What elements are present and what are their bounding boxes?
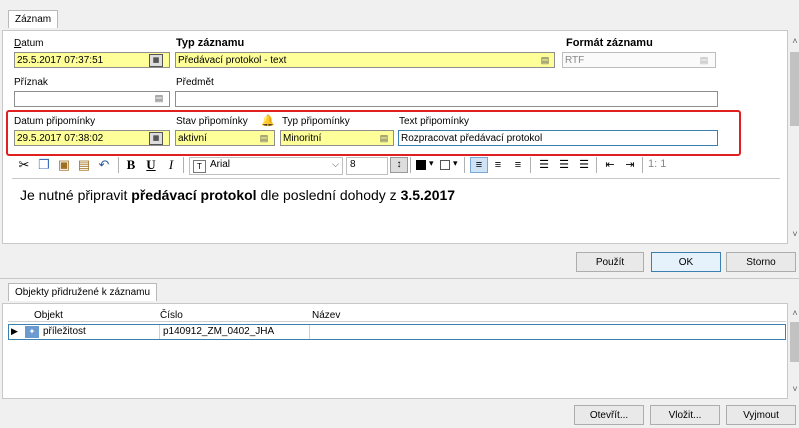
remove-button[interactable]: Vyjmout xyxy=(726,405,796,425)
underline-button[interactable]: U xyxy=(144,157,158,173)
italic-button[interactable]: I xyxy=(164,157,178,173)
reminder-date-field[interactable]: 29.5.2017 07:38:02 xyxy=(14,130,170,146)
scroll-down-icon[interactable]: ˅ xyxy=(788,229,799,239)
numbered-list-icon[interactable]: ☰ xyxy=(556,157,572,173)
separator xyxy=(464,157,465,173)
multilevel-list-icon[interactable]: ☰ xyxy=(576,157,592,173)
column-header-number[interactable]: Číslo xyxy=(160,310,183,321)
align-center-icon[interactable]: ≡ xyxy=(490,157,506,173)
separator xyxy=(530,157,531,173)
row-number: p140912_ZM_0402_JHA xyxy=(163,326,275,337)
tab-related-objects[interactable]: Objekty přidružené k záznamu xyxy=(8,283,158,301)
flag-field[interactable] xyxy=(14,91,170,107)
scroll-up-icon[interactable]: ˄ xyxy=(788,36,799,46)
type-label: Typ záznamu xyxy=(176,37,245,49)
copy-icon[interactable]: ❐ xyxy=(36,157,52,173)
apply-button[interactable]: Použít xyxy=(576,252,644,272)
rich-text-editor[interactable]: Je nutné připravit předávací protokol dl… xyxy=(12,178,780,241)
separator xyxy=(596,157,597,173)
undo-icon[interactable]: ↶ xyxy=(96,157,112,173)
calendar-icon[interactable]: ▦ xyxy=(149,54,163,67)
ok-button[interactable]: OK xyxy=(651,252,721,272)
font-size-select[interactable]: 8 xyxy=(346,157,388,175)
format-label: Formát záznamu xyxy=(566,37,653,49)
subject-label: Předmět xyxy=(176,77,214,88)
separator xyxy=(118,157,119,173)
column-header-object[interactable]: Objekt xyxy=(34,310,63,321)
increase-indent-icon[interactable]: ⇥ xyxy=(622,157,638,173)
subject-field[interactable] xyxy=(175,91,718,107)
scrollbar-thumb[interactable] xyxy=(790,52,799,126)
bullet-list-icon[interactable]: ☰ xyxy=(536,157,552,173)
cancel-button[interactable]: Storno xyxy=(726,252,796,272)
chevron-down-icon: ⌵ xyxy=(332,159,339,169)
column-header-name[interactable]: Název xyxy=(312,310,340,321)
separator xyxy=(410,157,411,173)
paste-icon[interactable]: ▣ xyxy=(56,157,72,173)
lookup-icon[interactable]: ▤ xyxy=(152,92,166,104)
reminder-type-label: Typ připomínky xyxy=(282,116,350,127)
reminder-date-label: Datum připomínky xyxy=(14,116,96,127)
record-type-field[interactable]: Předávací protokol - text xyxy=(175,52,555,68)
scrollbar-thumb[interactable] xyxy=(790,322,799,362)
scroll-up-icon[interactable]: ˄ xyxy=(788,308,799,318)
divider xyxy=(8,321,786,322)
divider xyxy=(159,325,160,339)
background-color-icon[interactable] xyxy=(440,160,450,170)
opportunity-icon: ✦ xyxy=(25,326,39,338)
lookup-icon[interactable]: ▤ xyxy=(257,132,271,144)
related-objects-panel xyxy=(2,303,788,399)
lookup-icon[interactable]: ▤ xyxy=(377,132,391,144)
cursor-position: 1: 1 xyxy=(648,158,667,170)
chevron-down-icon[interactable]: ▾ xyxy=(453,158,458,169)
reminder-state-label: Stav připomínky xyxy=(176,116,248,127)
scroll-down-icon[interactable]: ˅ xyxy=(788,384,799,394)
format-field: RTF xyxy=(562,52,716,68)
reminder-text-field[interactable]: Rozpracovat předávací protokol xyxy=(398,130,718,146)
decrease-indent-icon[interactable]: ⇤ xyxy=(602,157,618,173)
chevron-down-icon[interactable]: ▾ xyxy=(429,158,434,169)
font-value: Arial xyxy=(210,159,231,170)
font-size-value: 8 xyxy=(350,159,356,170)
divider xyxy=(0,278,799,279)
lookup-icon: ▤ xyxy=(699,55,709,65)
table-row[interactable]: ▶ ✦ příležitost p140912_ZM_0402_JHA xyxy=(8,324,786,340)
tab-record[interactable]: Záznam xyxy=(8,10,59,28)
editor-text: Je nutné připravit předávací protokol dl… xyxy=(20,187,456,203)
row-object: příležitost xyxy=(43,326,86,337)
calendar-icon[interactable]: ▦ xyxy=(149,132,163,145)
separator xyxy=(183,157,184,173)
paste-special-icon[interactable]: ▤ xyxy=(76,157,92,173)
font-size-step-icon[interactable]: ↕ xyxy=(390,157,408,173)
open-button[interactable]: Otevřít... xyxy=(574,405,644,425)
lookup-icon[interactable]: ▤ xyxy=(538,54,552,66)
align-left-icon[interactable]: ≡ xyxy=(470,157,488,173)
date-field[interactable]: 25.5.2017 07:37:51 xyxy=(14,52,170,68)
divider xyxy=(309,325,310,339)
align-right-icon[interactable]: ≡ xyxy=(510,157,526,173)
flag-label: Příznak xyxy=(14,77,48,88)
cut-icon[interactable]: ✂ xyxy=(16,157,32,173)
font-icon: T xyxy=(193,160,206,173)
bold-button[interactable]: B xyxy=(124,157,138,173)
reminder-text-label: Text připomínky xyxy=(399,116,470,127)
insert-button[interactable]: Vložit... xyxy=(650,405,720,425)
row-pointer-icon: ▶ xyxy=(11,326,18,336)
separator xyxy=(642,157,643,173)
text-color-icon[interactable] xyxy=(416,160,426,170)
date-label: Datum xyxy=(14,38,44,49)
font-select[interactable]: T Arial ⌵ xyxy=(189,157,343,175)
bell-icon: 🔔 xyxy=(261,115,275,127)
